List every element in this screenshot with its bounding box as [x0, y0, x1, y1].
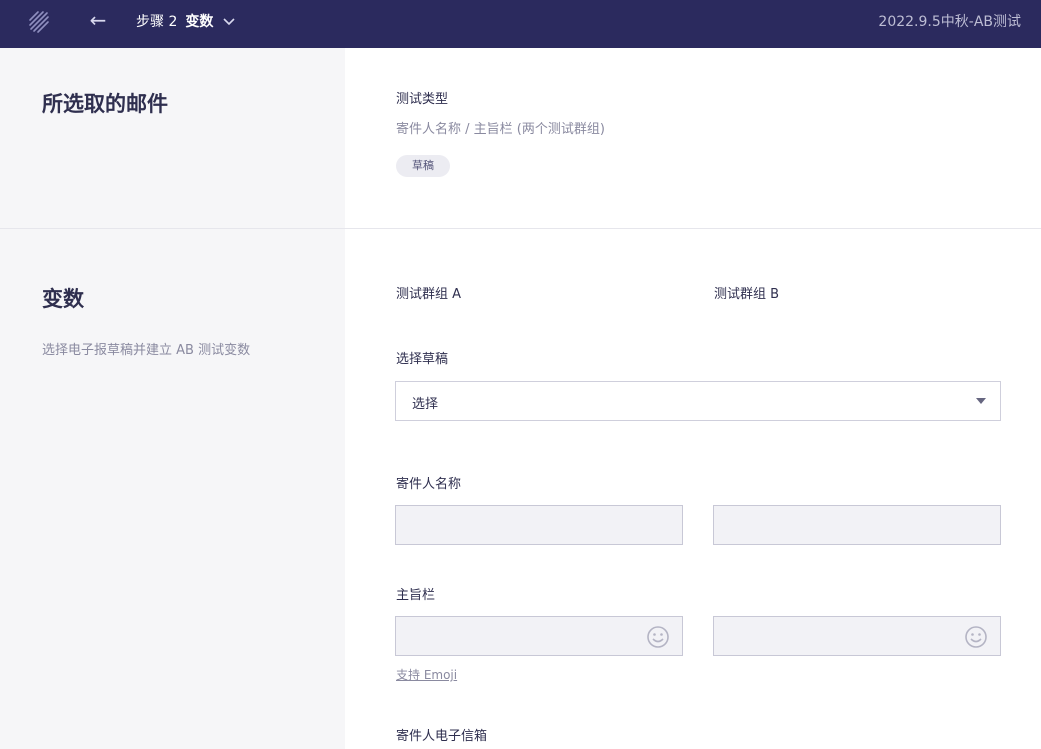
step-number: 步骤 2: [136, 14, 178, 30]
status-badge: 草稿: [396, 155, 450, 177]
sender-email-label: 寄件人电子信箱: [396, 729, 488, 744]
subject-label: 主旨栏: [396, 588, 436, 603]
test-type-value: 寄件人名称 / 主旨栏 (两个测试群组): [396, 122, 605, 137]
brand-logo-icon[interactable]: [28, 8, 50, 34]
campaign-title: 2022.9.5中秋-AB测试: [878, 14, 1021, 30]
sender-name-input-a[interactable]: [395, 505, 683, 545]
step-name: 变数: [185, 14, 214, 30]
select-draft-label: 选择草稿: [396, 352, 449, 367]
step-selector[interactable]: 步骤 2 变数: [136, 11, 236, 31]
chevron-down-icon: [223, 18, 235, 26]
selected-mail-sidebar: [0, 48, 345, 228]
top-bar: ← 步骤 2 变数 2022.9.5中秋-AB测试: [0, 0, 1041, 48]
smiley-icon[interactable]: [964, 625, 988, 649]
subject-input-a[interactable]: [395, 616, 683, 656]
variables-description: 选择电子报草稿并建立 AB 测试变数: [42, 343, 251, 358]
sender-name-input-b[interactable]: [713, 505, 1001, 545]
emoji-support-link[interactable]: 支持 Emoji: [396, 666, 457, 683]
test-type-label: 测试类型: [396, 92, 449, 107]
draft-select-value: 选择: [412, 397, 439, 412]
selected-mail-heading: 所选取的邮件: [42, 92, 168, 116]
group-b-label: 测试群组 B: [714, 287, 780, 302]
group-a-label: 测试群组 A: [396, 287, 462, 302]
subject-input-b[interactable]: [713, 616, 1001, 656]
variables-heading: 变数: [42, 287, 84, 311]
smiley-icon[interactable]: [646, 625, 670, 649]
back-arrow-icon[interactable]: ←: [86, 8, 110, 32]
sender-name-label: 寄件人名称: [396, 477, 462, 492]
caret-down-icon: [976, 398, 986, 404]
draft-select[interactable]: 选择: [395, 381, 1001, 421]
